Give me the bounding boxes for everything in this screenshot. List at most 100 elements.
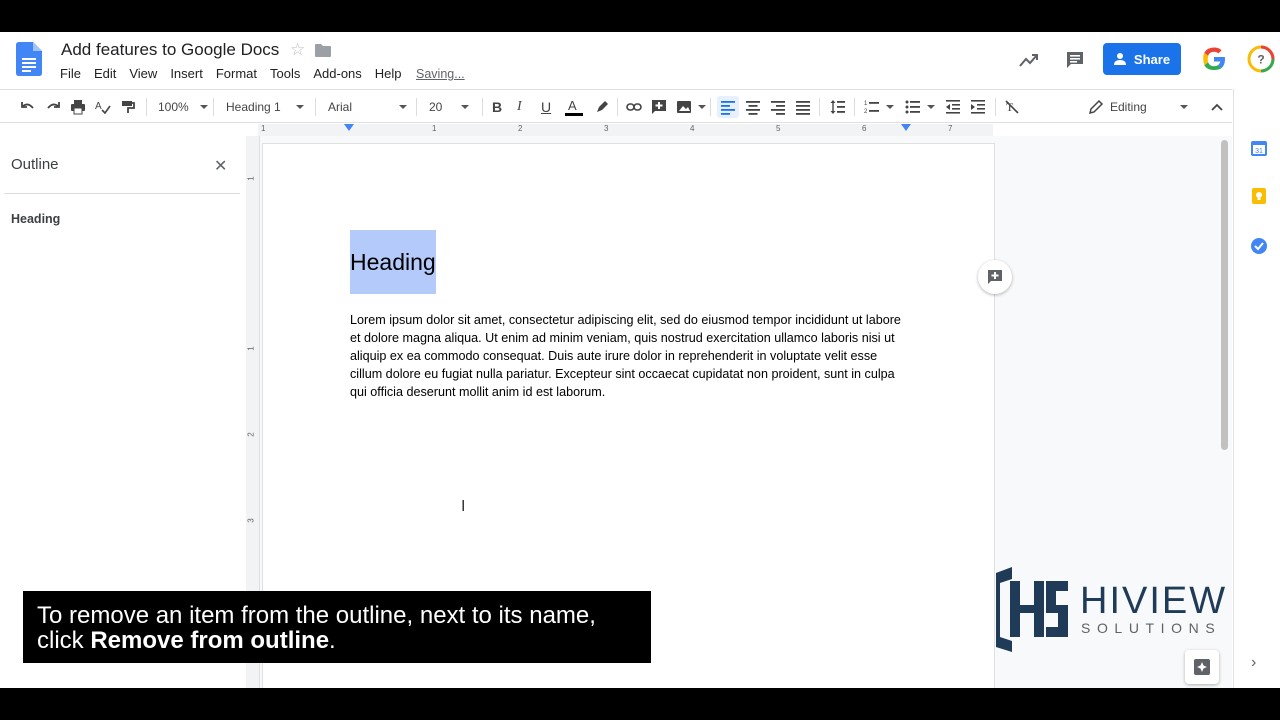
- zoom-select[interactable]: 100%: [158, 96, 208, 118]
- docs-logo-icon[interactable]: [16, 42, 42, 76]
- font-select[interactable]: Arial: [328, 96, 407, 118]
- expand-side-panel-icon[interactable]: ›: [1251, 654, 1256, 672]
- spellcheck-button[interactable]: A: [95, 96, 111, 118]
- undo-button[interactable]: [20, 96, 36, 118]
- help-avatar-icon[interactable]: ?: [1247, 45, 1275, 73]
- svg-text:A: A: [95, 101, 102, 112]
- menu-format[interactable]: Format: [216, 66, 263, 81]
- comment-history-icon[interactable]: [1064, 49, 1086, 71]
- outline-divider: [4, 193, 240, 194]
- vruler-number: 3: [246, 518, 256, 523]
- align-center-button[interactable]: [745, 96, 761, 118]
- left-indent-marker[interactable]: [344, 124, 354, 131]
- tasks-icon[interactable]: [1250, 237, 1268, 255]
- menu-edit[interactable]: Edit: [94, 66, 122, 81]
- ruler-number: 7: [948, 124, 953, 133]
- share-label: Share: [1133, 51, 1171, 67]
- insert-link-button[interactable]: [626, 96, 642, 118]
- align-left-icon: [721, 101, 735, 115]
- menu-help[interactable]: Help: [375, 66, 408, 81]
- document-title[interactable]: Add features to Google Docs: [61, 40, 279, 60]
- menu-bar: File Edit View Insert Format Tools Add-o…: [60, 66, 415, 81]
- bold-button[interactable]: B: [492, 96, 502, 118]
- vertical-scrollbar[interactable]: [1221, 140, 1228, 450]
- explore-button[interactable]: [1185, 650, 1219, 684]
- ruler-track: [258, 124, 993, 136]
- highlight-pen-icon: [597, 101, 608, 112]
- document-heading[interactable]: Heading: [350, 230, 436, 294]
- highlight-button[interactable]: [594, 96, 610, 118]
- zoom-value: 100%: [158, 100, 189, 114]
- editing-mode-select[interactable]: Editing: [1088, 96, 1192, 118]
- decrease-indent-button[interactable]: [945, 96, 961, 118]
- horizontal-ruler[interactable]: 1 1 2 3 4 5 6 7: [258, 124, 993, 136]
- menu-file[interactable]: File: [60, 66, 87, 81]
- insert-comment-button[interactable]: [651, 96, 667, 118]
- ruler-number: 4: [690, 124, 695, 133]
- print-icon: [71, 100, 85, 115]
- print-button[interactable]: [70, 96, 86, 118]
- redo-button[interactable]: [45, 96, 61, 118]
- style-select[interactable]: Heading 1: [226, 96, 304, 118]
- menu-insert[interactable]: Insert: [170, 66, 209, 81]
- ruler-number: 1: [432, 124, 437, 133]
- menu-tools[interactable]: Tools: [270, 66, 306, 81]
- outline-item[interactable]: Heading: [11, 212, 60, 226]
- font-size-select[interactable]: 20: [429, 96, 469, 118]
- svg-text:?: ?: [1257, 53, 1264, 67]
- svg-text:1: 1: [864, 101, 868, 107]
- explore-icon: [1194, 659, 1210, 675]
- menu-addons[interactable]: Add-ons: [313, 66, 367, 81]
- caption-text-end: .: [329, 627, 336, 654]
- italic-button[interactable]: I: [517, 96, 522, 118]
- text-color-icon: A: [565, 98, 583, 116]
- font-size-value: 20: [429, 100, 443, 114]
- align-right-icon: [771, 101, 785, 115]
- document-body[interactable]: Lorem ipsum dolor sit amet, consectetur …: [350, 311, 910, 401]
- underline-icon: U: [541, 99, 552, 115]
- align-right-button[interactable]: [770, 96, 786, 118]
- saving-status[interactable]: Saving...: [416, 67, 465, 81]
- clear-formatting-button[interactable]: T: [1004, 96, 1020, 118]
- ruler-number: 3: [604, 124, 609, 133]
- menu-view[interactable]: View: [129, 66, 163, 81]
- justify-icon: [796, 101, 810, 115]
- ruler-number: 5: [776, 124, 781, 133]
- caption-bold-text: Remove from outline: [90, 627, 330, 654]
- watermark-brand: HIVIEW: [1080, 580, 1227, 622]
- activity-dashboard-icon[interactable]: [1018, 50, 1040, 70]
- spellcheck-icon: A: [95, 101, 111, 115]
- calendar-icon[interactable]: 31: [1250, 139, 1268, 157]
- justify-button[interactable]: [795, 96, 811, 118]
- hiview-logo: HIVIEW SOLUTIONS: [996, 567, 1227, 652]
- share-button[interactable]: Share: [1103, 43, 1181, 75]
- text-color-button[interactable]: A: [565, 96, 583, 118]
- google-g-icon[interactable]: [1200, 45, 1228, 73]
- hide-menus-button[interactable]: [1209, 96, 1225, 118]
- undo-icon: [21, 102, 34, 109]
- right-indent-marker[interactable]: [901, 124, 911, 131]
- keep-icon[interactable]: [1250, 187, 1268, 205]
- line-spacing-icon: [830, 100, 845, 114]
- pencil-icon: [1088, 99, 1104, 115]
- increase-indent-icon: [971, 100, 985, 114]
- star-icon[interactable]: ☆: [290, 40, 305, 60]
- add-comment-button[interactable]: [978, 260, 1012, 294]
- google-docs-window: Add features to Google Docs ☆ File Edit …: [0, 32, 1280, 688]
- insert-image-button[interactable]: [676, 96, 706, 118]
- add-comment-icon: [988, 270, 1002, 284]
- align-left-button[interactable]: [717, 96, 739, 118]
- bulleted-list-icon: [905, 100, 920, 114]
- increase-indent-button[interactable]: [970, 96, 986, 118]
- bulleted-list-button[interactable]: [905, 96, 935, 118]
- tutorial-caption: To remove an item from the outline, next…: [23, 591, 651, 663]
- underline-button[interactable]: U: [541, 96, 551, 118]
- folder-icon[interactable]: [315, 44, 331, 57]
- image-icon: [677, 101, 691, 113]
- numbered-list-button[interactable]: 12: [864, 96, 894, 118]
- close-outline-icon[interactable]: ✕: [214, 156, 227, 176]
- outline-title: Outline: [11, 156, 59, 173]
- numbered-list-icon: 12: [864, 101, 879, 115]
- paint-format-button[interactable]: [120, 96, 136, 118]
- line-spacing-button[interactable]: [830, 96, 846, 118]
